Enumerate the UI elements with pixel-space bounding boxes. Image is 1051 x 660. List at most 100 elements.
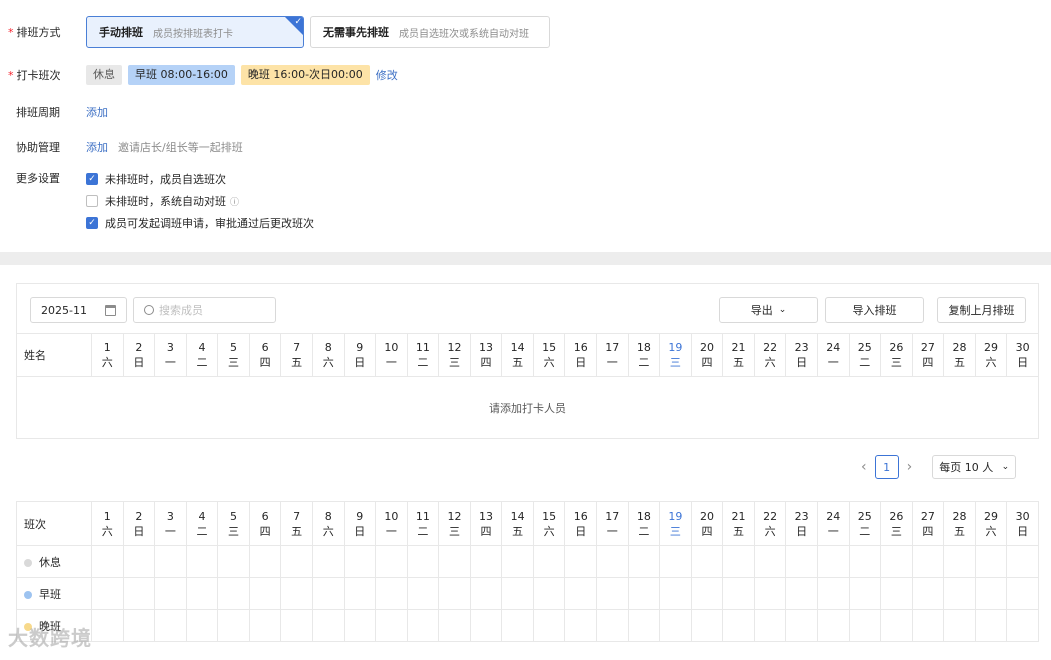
weekday: 五 — [512, 524, 524, 538]
weekday: 日 — [1017, 524, 1029, 538]
day-number: 4 — [198, 341, 206, 354]
day-header: 18 二 — [627, 501, 661, 546]
weekday: 一 — [385, 356, 397, 369]
import-button[interactable]: 导入排班 — [825, 297, 924, 323]
weekday: 五 — [291, 356, 303, 369]
day-header: 26 三 — [880, 501, 913, 546]
shift-count-cell — [816, 577, 850, 610]
weekday: 一 — [606, 356, 618, 369]
shift-count-cell — [943, 545, 976, 578]
page-1-button[interactable]: 1 — [874, 455, 899, 479]
cycle-label: 排班周期 — [16, 106, 60, 119]
watermark: 大数跨境 — [8, 626, 92, 650]
copy-last-month-button[interactable]: 复制上月排班 — [937, 297, 1026, 323]
day-number: 12 — [447, 341, 462, 354]
shift-count-cell — [91, 577, 124, 610]
day-header: 30 日 — [1006, 501, 1039, 546]
shift-count-cell — [185, 609, 219, 642]
day-number: 14 — [510, 509, 525, 523]
export-button[interactable]: 导出 ⌄ — [719, 297, 818, 323]
search-input[interactable]: 搜索成员 — [133, 297, 276, 323]
shift-count-cell — [375, 609, 408, 642]
day-number: 24 — [826, 341, 841, 354]
option-swap-request[interactable]: ✓ 成员可发起调班申请，审批通过后更改班次 — [86, 212, 314, 234]
shift-count-cell — [1006, 577, 1039, 610]
shift-tag-evening: 晚班 16:00-次日00:00 — [240, 65, 370, 85]
day-number: 30 — [1015, 341, 1030, 354]
day-header: 3一 — [154, 333, 187, 377]
shift-count-cell — [659, 609, 692, 642]
day-header: 28 五 — [943, 333, 976, 377]
day-header: 27 四 — [911, 333, 945, 377]
shift-count-cell — [280, 577, 313, 610]
shift-count-cell — [659, 577, 692, 610]
day-number: 26 — [889, 509, 904, 523]
shift-count-cell — [406, 609, 440, 642]
weekday: 六 — [543, 356, 555, 369]
toolbar: 2025-11 搜索成员 导出 ⌄ 导入排班 复制上月排班 — [16, 283, 1039, 333]
weekday: 二 — [417, 356, 429, 369]
day-header: 20 四 — [690, 501, 724, 546]
page-size-select[interactable]: 每页 10 人 ⌄ — [932, 455, 1017, 479]
day-header: 6四 — [248, 501, 282, 546]
weekday: 一 — [385, 524, 397, 538]
day-number: 29 — [984, 509, 999, 523]
shift-count-cell — [501, 609, 534, 642]
assist-label: 协助管理 — [16, 141, 60, 154]
no-schedule-option[interactable]: 无需事先排班 成员自选班次或系统自动对班 — [310, 16, 550, 48]
info-icon[interactable]: ⓘ — [230, 195, 239, 208]
more-settings-label: 更多设置 — [16, 172, 60, 185]
option-self-select[interactable]: ✓ 未排班时，成员自选班次 — [86, 168, 314, 190]
shift-count-cell — [816, 609, 850, 642]
weekday: 二 — [638, 356, 650, 369]
shift-count-cell — [974, 577, 1008, 610]
edit-shifts-link[interactable]: 修改 — [376, 67, 398, 83]
day-number: 28 — [952, 341, 967, 354]
shift-count-cell — [974, 609, 1008, 642]
weekday: 日 — [796, 524, 808, 538]
day-number: 29 — [984, 341, 999, 354]
shift-count-cell — [343, 545, 377, 578]
checkbox-checked-icon[interactable]: ✓ — [86, 217, 98, 229]
day-number: 13 — [479, 341, 494, 354]
option-auto-match[interactable]: 未排班时，系统自动对班 ⓘ — [86, 190, 314, 212]
month-picker[interactable]: 2025-11 — [30, 297, 127, 323]
shift-count-cell — [848, 577, 882, 610]
day-number: 6 — [261, 341, 269, 354]
manual-schedule-option[interactable]: 手动排班 成员按排班表打卡 ✓ — [86, 16, 304, 48]
day-number: 28 — [952, 509, 967, 523]
prev-page-icon[interactable]: ‹ — [861, 459, 867, 475]
shift-count-cell — [280, 545, 313, 578]
shift-count-cell — [438, 609, 471, 642]
shift-count-cell — [848, 545, 882, 578]
checkbox-checked-icon[interactable]: ✓ — [86, 173, 98, 185]
schedule-mode-row: * 排班方式 手动排班 成员按排班表打卡 ✓ 无需事先排班 成员自选班次或系统自动对班 — [8, 16, 556, 48]
day-header: 16 日 — [564, 501, 597, 546]
weekday: 二 — [196, 356, 208, 369]
day-number: 15 — [542, 341, 557, 354]
day-number: 26 — [889, 341, 904, 354]
next-page-icon[interactable]: › — [907, 459, 913, 475]
pagination: ‹ 1 › 每页 10 人 ⌄ — [861, 455, 1017, 479]
add-assist-link[interactable]: 添加 — [86, 139, 108, 155]
shift-count-cell — [311, 545, 345, 578]
shift-count-cell — [564, 577, 597, 610]
shift-count-cell — [848, 609, 882, 642]
day-number: 2 — [135, 341, 143, 354]
shift-count-cell — [785, 609, 818, 642]
cycle-row: 排班周期 添加 — [8, 104, 108, 120]
shift-count-cell — [659, 545, 692, 578]
shift-count-cell — [217, 577, 250, 610]
checkbox-unchecked-icon[interactable] — [86, 195, 98, 207]
add-cycle-link[interactable]: 添加 — [86, 104, 108, 120]
shift-count-cell — [753, 545, 787, 578]
day-header: 10 一 — [375, 333, 408, 377]
shift-count-cell — [154, 577, 187, 610]
empty-state: 请添加打卡人员 — [16, 377, 1039, 439]
day-number: 30 — [1015, 509, 1030, 523]
shift-count-cell — [627, 577, 661, 610]
weekday: 二 — [196, 524, 208, 538]
weekday: 四 — [701, 524, 713, 538]
shift-row: 早班 — [16, 577, 1039, 610]
day-number: 4 — [198, 509, 206, 523]
